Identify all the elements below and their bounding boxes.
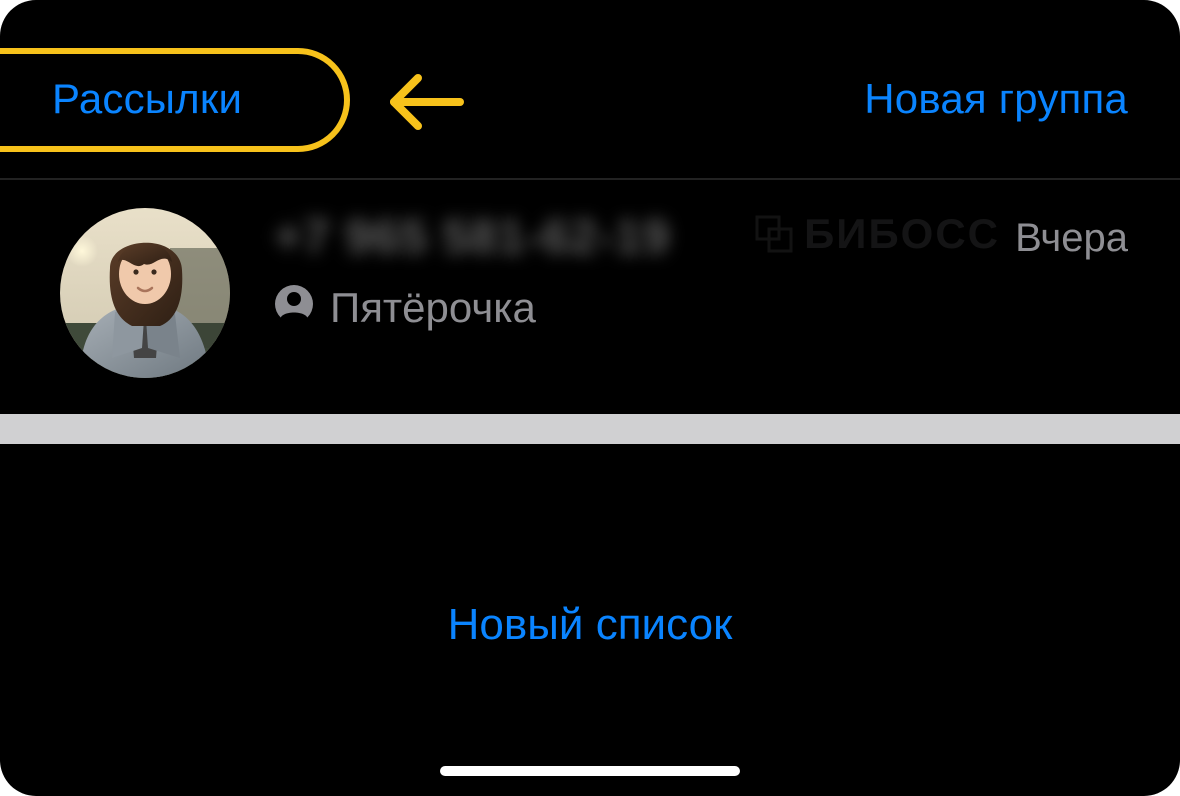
home-indicator[interactable] [440,766,740,776]
watermark-text: БИБОСС [804,210,1000,258]
chat-subtitle-text: Пятёрочка [330,287,536,329]
chat-timestamp: Вчера [1015,216,1128,261]
screen: Рассылки Новая группа [0,0,1180,796]
back-button[interactable]: Рассылки [52,78,242,120]
new-group-button[interactable]: Новая группа [864,78,1128,120]
section-separator [0,414,1180,444]
chat-subtitle: Пятёрочка [274,284,1128,331]
person-icon [274,284,314,331]
new-list-button[interactable]: Новый список [448,600,733,650]
nav-bar: Рассылки Новая группа [0,0,1180,180]
arrow-left-icon [388,70,466,139]
avatar [60,208,230,378]
footer: Новый список [0,600,1180,650]
watermark: БИБОСС [754,210,1000,258]
broadcast-list-row[interactable]: +7 965 581-62-19 Пятёрочка Вчера БИБОСС [0,180,1180,414]
